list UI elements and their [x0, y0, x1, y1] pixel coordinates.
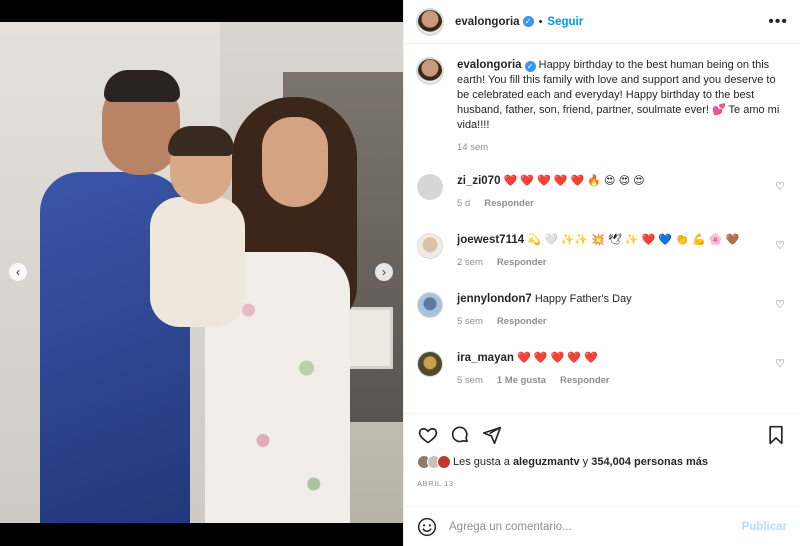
- comment-avatar[interactable]: [417, 292, 443, 318]
- chevron-right-icon[interactable]: ›: [375, 263, 393, 281]
- comment-avatar[interactable]: [417, 174, 443, 200]
- follow-button[interactable]: Seguir: [547, 16, 583, 28]
- comment-icon[interactable]: [449, 424, 471, 446]
- heart-icon[interactable]: [417, 424, 439, 446]
- comment-composer: Publicar: [404, 506, 800, 546]
- caption: evalongoria ✓ Happy birthday to the best …: [417, 58, 787, 153]
- likes-summary: Les gusta a aleguzmantv y 354,004 person…: [417, 455, 787, 469]
- comment-text: ❤️ ❤️ ❤️ ❤️ ❤️ 🔥 😍 😍 😍: [503, 175, 645, 187]
- dot-separator: •: [538, 15, 543, 28]
- likes-connector: y: [582, 456, 589, 468]
- author-avatar[interactable]: [417, 58, 443, 84]
- likes-count[interactable]: 354,004 personas más: [591, 456, 708, 468]
- likes-user[interactable]: aleguzmantv: [513, 456, 580, 468]
- caption-username[interactable]: evalongoria: [457, 59, 522, 71]
- comment-text: 💫 🤍 ✨✨ 💥 🕊 ✨ ❤️ 💙 👏 💪 🌸 🤎: [527, 234, 740, 246]
- bookmark-icon[interactable]: [765, 424, 787, 446]
- comment-username[interactable]: zi_zi070: [457, 175, 500, 187]
- comment-avatar[interactable]: [417, 233, 443, 259]
- post-header: evalongoria ✓ • Seguir •••: [404, 0, 800, 44]
- caption-time[interactable]: 14 sem: [457, 142, 488, 153]
- publish-button[interactable]: Publicar: [742, 521, 787, 533]
- more-options-icon[interactable]: •••: [768, 13, 788, 31]
- comment-input[interactable]: [449, 520, 742, 533]
- share-icon[interactable]: [481, 424, 503, 446]
- comment-time[interactable]: 2 sem: [457, 257, 483, 268]
- author-username[interactable]: evalongoria: [455, 16, 520, 28]
- comment-likes[interactable]: 1 Me gusta: [497, 375, 546, 386]
- heart-icon[interactable]: ♡: [775, 180, 785, 193]
- post-side-panel: evalongoria ✓ • Seguir ••• evalongoria ✓ …: [403, 0, 800, 546]
- likers-avatars[interactable]: [417, 455, 451, 469]
- post-actions: Les gusta a aleguzmantv y 354,004 person…: [404, 413, 800, 488]
- comment-username[interactable]: joewest7114: [457, 234, 524, 246]
- comment-time[interactable]: 5 d: [457, 198, 470, 209]
- chevron-left-icon[interactable]: ‹: [9, 263, 27, 281]
- reply-button[interactable]: Responder: [560, 375, 610, 386]
- comment-username[interactable]: jennylondon7: [457, 293, 532, 305]
- heart-icon[interactable]: ♡: [775, 357, 785, 370]
- reply-button[interactable]: Responder: [497, 316, 547, 327]
- verified-icon: ✓: [522, 16, 534, 27]
- reply-button[interactable]: Responder: [484, 198, 534, 209]
- comment-text: ❤️ ❤️ ❤️ ❤️ ❤️: [516, 352, 598, 364]
- verified-icon: ✓: [524, 61, 536, 72]
- post-photo[interactable]: ‹ ›: [0, 0, 403, 546]
- heart-icon[interactable]: ♡: [775, 239, 785, 252]
- comment-item: joewest7114 💫 🤍 ✨✨ 💥 🕊 ✨ ❤️ 💙 👏 💪 🌸 🤎 2 …: [417, 233, 787, 268]
- likes-prefix: Les gusta a: [453, 456, 510, 468]
- comment-username[interactable]: ira_mayan: [457, 352, 514, 364]
- reply-button[interactable]: Responder: [497, 257, 547, 268]
- comments-list[interactable]: evalongoria ✓ Happy birthday to the best …: [404, 44, 800, 414]
- comment-avatar[interactable]: [417, 351, 443, 377]
- comment-text: Happy Father's Day: [534, 293, 632, 305]
- comment-item: zi_zi070 ❤️ ❤️ ❤️ ❤️ ❤️ 🔥 😍 😍 😍 5 d Respo…: [417, 174, 787, 209]
- comment-item: ira_mayan ❤️ ❤️ ❤️ ❤️ ❤️ 5 sem 1 Me gusta…: [417, 351, 787, 386]
- post-date[interactable]: ABRIL 13: [417, 479, 787, 488]
- author-avatar[interactable]: [417, 8, 443, 35]
- comment-item: jennylondon7 Happy Father's Day 5 sem Res…: [417, 292, 787, 327]
- comment-time[interactable]: 5 sem: [457, 316, 483, 327]
- heart-icon[interactable]: ♡: [775, 298, 785, 311]
- emoji-icon[interactable]: [417, 517, 437, 537]
- photo-image: [0, 22, 403, 523]
- comment-time[interactable]: 5 sem: [457, 375, 483, 386]
